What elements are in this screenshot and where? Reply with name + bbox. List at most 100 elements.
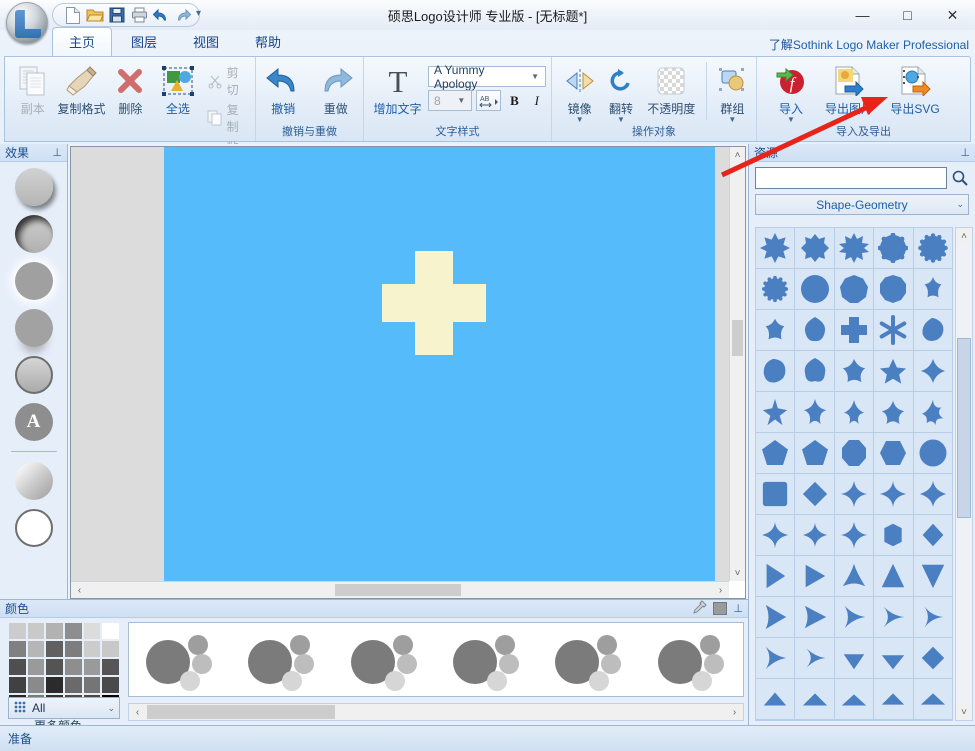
shape-item[interactable] — [835, 679, 873, 719]
current-color-swatch[interactable] — [713, 602, 727, 615]
effect-outer-glow[interactable] — [15, 262, 53, 300]
pin-icon[interactable]: ⊥ — [733, 602, 743, 615]
shape-item[interactable] — [835, 392, 873, 432]
color-swatch[interactable] — [45, 658, 64, 676]
maximize-button[interactable]: □ — [885, 0, 930, 30]
color-swatch[interactable] — [83, 622, 102, 640]
color-swatch[interactable] — [64, 622, 83, 640]
export-image-button[interactable]: 导出图片 — [818, 60, 880, 117]
artboard[interactable] — [164, 147, 715, 581]
effect-gradient-fill[interactable] — [15, 462, 53, 500]
colors-hscroll-thumb[interactable] — [147, 705, 335, 719]
canvas-workspace[interactable] — [71, 147, 729, 581]
font-family-select[interactable]: A Yummy Apology ▼ — [428, 66, 546, 87]
color-filter-select[interactable]: All ⌄ — [8, 697, 120, 719]
redo-arrow-icon[interactable] — [173, 5, 193, 25]
undo-button[interactable]: 撤销 — [261, 60, 306, 117]
canvas-horizontal-scrollbar[interactable]: ‹ › — [71, 581, 729, 598]
delete-button[interactable]: 删除 — [108, 60, 154, 117]
shape-item[interactable] — [835, 310, 873, 350]
color-swatch[interactable] — [101, 640, 120, 658]
add-text-button[interactable]: T 增加文字 — [369, 60, 426, 117]
shape-item[interactable] — [914, 433, 952, 473]
open-folder-icon[interactable] — [85, 5, 105, 25]
shape-item[interactable] — [874, 351, 912, 391]
color-scheme-item[interactable] — [242, 629, 322, 691]
colors-horizontal-scrollbar[interactable]: ‹ › — [128, 703, 744, 721]
tab-home[interactable]: 主页 — [52, 27, 112, 56]
color-swatch[interactable] — [27, 640, 46, 658]
scroll-right-arrow-icon[interactable]: › — [726, 704, 743, 720]
shape-item[interactable] — [914, 474, 952, 514]
shape-item[interactable] — [756, 228, 794, 268]
shape-item[interactable] — [795, 351, 833, 391]
shape-item[interactable] — [874, 310, 912, 350]
color-swatch[interactable] — [64, 676, 83, 694]
shape-item[interactable] — [795, 269, 833, 309]
color-scheme-item[interactable] — [549, 629, 629, 691]
app-logo-orb-button[interactable] — [6, 2, 48, 44]
flip-button[interactable]: 翻转 ▼ — [602, 60, 639, 123]
canvas-viewport[interactable]: ˄ ˅ ‹ › — [70, 146, 746, 599]
duplicate-button[interactable]: 副本 — [10, 60, 56, 117]
resources-vscroll-thumb[interactable] — [957, 338, 971, 518]
shape-item[interactable] — [795, 228, 833, 268]
shape-item[interactable] — [835, 638, 873, 678]
cut-button[interactable]: 剪切 — [203, 63, 250, 99]
shape-item[interactable] — [914, 228, 952, 268]
shape-item[interactable] — [835, 515, 873, 555]
color-swatch[interactable] — [45, 676, 64, 694]
shape-item[interactable] — [835, 556, 873, 596]
shape-item[interactable] — [795, 597, 833, 637]
shape-item[interactable] — [835, 351, 873, 391]
shape-item[interactable] — [914, 638, 952, 678]
shape-item[interactable] — [835, 433, 873, 473]
color-swatch[interactable] — [101, 676, 120, 694]
shape-item[interactable] — [756, 597, 794, 637]
scroll-up-arrow-icon[interactable]: ˄ — [730, 147, 745, 163]
quick-access-more-button[interactable]: ▾ — [196, 8, 201, 19]
resources-vertical-scrollbar[interactable]: ˄ ˅ — [955, 227, 973, 721]
shape-item[interactable] — [795, 679, 833, 719]
shape-item[interactable] — [756, 556, 794, 596]
effect-drop-shadow[interactable] — [15, 168, 53, 206]
export-svg-button[interactable]: 导出SVG — [884, 60, 946, 117]
shape-item[interactable] — [914, 310, 952, 350]
shape-item[interactable] — [756, 433, 794, 473]
shape-library-grid[interactable] — [755, 227, 953, 721]
shape-item[interactable] — [874, 392, 912, 432]
shape-item[interactable] — [874, 515, 912, 555]
shape-item[interactable] — [874, 556, 912, 596]
shape-item[interactable] — [914, 679, 952, 719]
mirror-button[interactable]: 镜像 ▼ — [561, 60, 598, 123]
shape-item[interactable] — [914, 392, 952, 432]
shape-item[interactable] — [756, 392, 794, 432]
save-disk-icon[interactable] — [107, 5, 127, 25]
color-scheme-item[interactable] — [447, 629, 527, 691]
shape-item[interactable] — [756, 351, 794, 391]
shape-item[interactable] — [795, 474, 833, 514]
shape-item[interactable] — [914, 556, 952, 596]
shape-item[interactable] — [914, 269, 952, 309]
canvas-vertical-scrollbar[interactable]: ˄ ˅ — [729, 147, 745, 581]
learn-more-link[interactable]: 了解Sothink Logo Maker Professional — [769, 36, 969, 53]
effect-text-style[interactable]: A — [15, 403, 53, 441]
scroll-up-arrow-icon[interactable]: ˄ — [956, 228, 972, 244]
color-swatch[interactable] — [83, 676, 102, 694]
effect-outline[interactable] — [15, 509, 53, 547]
shape-item[interactable] — [874, 269, 912, 309]
shape-item[interactable] — [795, 433, 833, 473]
color-schemes-list[interactable] — [128, 622, 744, 697]
chevron-down-icon[interactable]: ▼ — [576, 117, 584, 123]
tab-view[interactable]: 视图 — [176, 27, 236, 56]
resources-search-input[interactable] — [755, 167, 947, 189]
shape-item[interactable] — [914, 351, 952, 391]
scroll-left-arrow-icon[interactable]: ‹ — [71, 582, 88, 598]
color-swatch[interactable] — [83, 658, 102, 676]
color-swatch[interactable] — [101, 658, 120, 676]
undo-arrow-icon[interactable] — [151, 5, 171, 25]
color-swatch[interactable] — [27, 622, 46, 640]
color-scheme-item[interactable] — [140, 629, 220, 691]
shape-item[interactable] — [914, 515, 952, 555]
scroll-right-arrow-icon[interactable]: › — [712, 582, 729, 598]
